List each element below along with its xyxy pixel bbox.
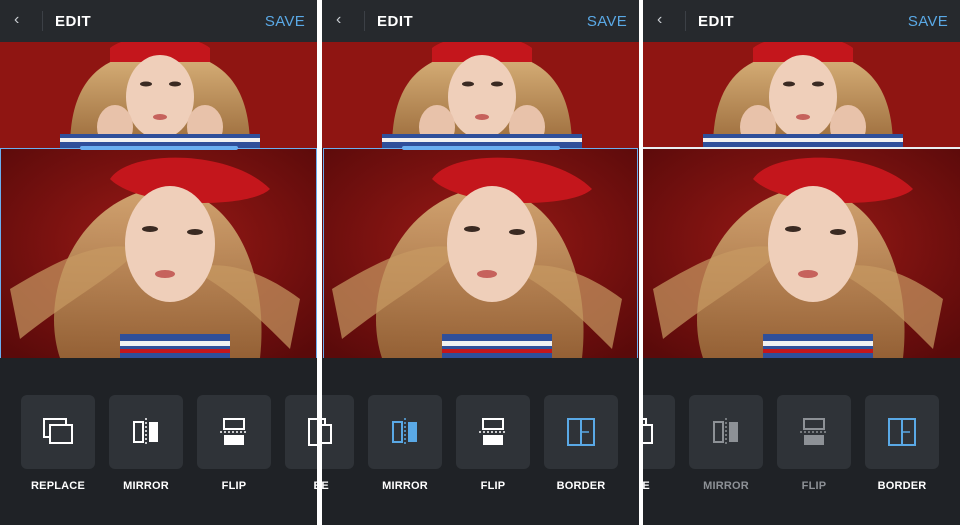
- divider: [364, 11, 365, 31]
- replace-label: ACE: [322, 480, 329, 492]
- border-button[interactable]: [544, 395, 618, 469]
- flip-label: FLIP: [480, 480, 506, 492]
- chevron-left-icon[interactable]: ‹: [336, 12, 352, 28]
- flip-label: FLIP: [801, 480, 827, 492]
- selection-outline: [0, 148, 317, 359]
- top-bar: ‹ EDIT SAVE: [643, 0, 960, 42]
- mirror-label: MIRROR: [382, 480, 428, 492]
- border-icon: [308, 418, 317, 446]
- replace-label: ACE: [643, 480, 650, 492]
- divider: [685, 11, 686, 31]
- page-title: EDIT: [698, 13, 735, 30]
- save-button[interactable]: SAVE: [587, 13, 627, 30]
- replace-icon: [43, 418, 73, 444]
- divider: [42, 11, 43, 31]
- photo-top[interactable]: [643, 42, 960, 148]
- screen-panel-3: ‹ EDIT SAVE ACE MIRROR: [643, 0, 960, 525]
- replace-button[interactable]: [21, 395, 95, 469]
- replace-label: REPLACE: [31, 480, 85, 492]
- border-icon: [567, 418, 595, 446]
- photo-bottom[interactable]: [643, 149, 960, 358]
- mirror-icon: [392, 418, 417, 446]
- flip-button[interactable]: [456, 395, 530, 469]
- tool-bar: REPLACE MIRROR FLIP BO: [0, 358, 317, 525]
- mirror-icon: [713, 418, 738, 446]
- border-label: BORDER: [877, 480, 927, 492]
- border-button[interactable]: [285, 395, 317, 469]
- screen-panel-2: ‹ EDIT SAVE ACE MIRROR: [322, 0, 639, 525]
- flip-label: FLIP: [221, 480, 247, 492]
- tool-bar: ACE MIRROR FLIP BORDER: [643, 358, 960, 525]
- resize-handle[interactable]: [402, 146, 560, 150]
- flip-icon: [800, 418, 828, 445]
- replace-icon: [643, 418, 653, 444]
- page-title: EDIT: [55, 13, 92, 30]
- border-icon: [888, 418, 916, 446]
- flip-button[interactable]: [197, 395, 271, 469]
- photo-top[interactable]: [0, 42, 317, 148]
- flip-button[interactable]: [777, 395, 851, 469]
- replace-button[interactable]: [643, 395, 675, 469]
- resize-handle[interactable]: [80, 146, 238, 150]
- mirror-button[interactable]: [109, 395, 183, 469]
- flip-icon: [479, 418, 507, 445]
- top-bar: ‹ EDIT SAVE: [0, 0, 317, 42]
- page-title: EDIT: [377, 13, 414, 30]
- save-button[interactable]: SAVE: [265, 13, 305, 30]
- tool-bar: ACE MIRROR FLIP BORDER: [322, 358, 639, 525]
- screen-panel-1: ‹ EDIT SAVE REPLACE MIRROR FLIP: [0, 0, 317, 525]
- flip-icon: [220, 418, 248, 445]
- mirror-label: MIRROR: [123, 480, 169, 492]
- top-bar: ‹ EDIT SAVE: [322, 0, 639, 42]
- mirror-button[interactable]: [689, 395, 763, 469]
- save-button[interactable]: SAVE: [908, 13, 948, 30]
- border-label: BO: [277, 480, 317, 492]
- photo-top[interactable]: [322, 42, 639, 148]
- border-button[interactable]: [865, 395, 939, 469]
- replace-icon: [322, 418, 332, 444]
- replace-button[interactable]: [322, 395, 354, 469]
- selection-outline: [323, 148, 638, 359]
- mirror-icon: [133, 418, 158, 446]
- chevron-left-icon[interactable]: ‹: [657, 12, 673, 28]
- mirror-button[interactable]: [368, 395, 442, 469]
- chevron-left-icon[interactable]: ‹: [14, 12, 30, 28]
- mirror-label: MIRROR: [703, 480, 749, 492]
- border-label: BORDER: [556, 480, 606, 492]
